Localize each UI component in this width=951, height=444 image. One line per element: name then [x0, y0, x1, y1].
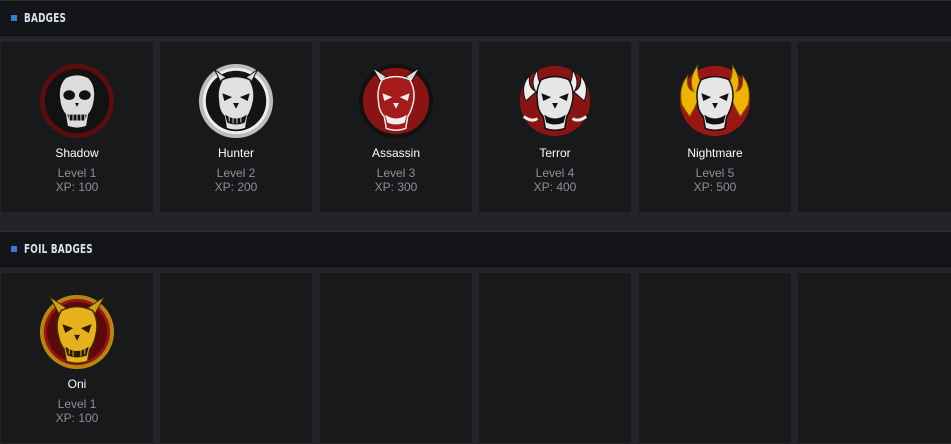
badge-level: Level 4 [535, 166, 575, 180]
badge-level: Level 3 [376, 166, 416, 180]
badges-section-header: BADGES [0, 0, 951, 36]
badge-level: Level 2 [216, 166, 256, 180]
section-bullet-icon [11, 246, 17, 252]
assassin-demon-mask-icon [358, 63, 434, 139]
empty-badge-slot [639, 273, 791, 443]
hunter-demon-mask-icon [198, 63, 274, 139]
foil-badges-section-title: FOIL BADGES [24, 242, 93, 256]
badges-section-title: BADGES [24, 11, 67, 25]
nightmare-demon-mask-icon [679, 64, 751, 137]
oni-demon-mask-icon [39, 294, 115, 370]
badge-level: Level 1 [57, 166, 97, 180]
badge-card-terror[interactable]: Terror Level 4 XP: 400 [479, 42, 631, 212]
badge-card-nightmare[interactable]: Nightmare Level 5 XP: 500 [639, 42, 791, 212]
badge-card-oni[interactable]: Oni Level 1 XP: 100 [1, 273, 153, 443]
badge-card-hunter[interactable]: Hunter Level 2 XP: 200 [160, 42, 312, 212]
badge-name: Oni [67, 377, 87, 391]
badge-name: Terror [539, 146, 571, 160]
badge-xp: XP: 400 [533, 180, 577, 194]
empty-badge-slot [479, 273, 631, 443]
badge-name: Hunter [217, 146, 255, 160]
empty-badge-slot [320, 273, 472, 443]
badge-xp: XP: 100 [55, 411, 99, 425]
badge-xp: XP: 300 [374, 180, 418, 194]
badge-level: Level 1 [57, 397, 97, 411]
section-bullet-icon [11, 15, 17, 21]
badge-xp: XP: 500 [693, 180, 737, 194]
badge-card-assassin[interactable]: Assassin Level 3 XP: 300 [320, 42, 472, 212]
empty-badge-slot [160, 273, 312, 443]
badge-name: Assassin [371, 146, 421, 160]
shadow-demon-mask-icon [39, 63, 115, 139]
badge-xp: XP: 100 [55, 180, 99, 194]
empty-badge-slot [798, 273, 951, 443]
badge-name: Nightmare [687, 146, 743, 160]
foil-badges-section-header: FOIL BADGES [0, 231, 951, 267]
badge-card-shadow[interactable]: Shadow Level 1 XP: 100 [1, 42, 153, 212]
badge-name: Shadow [55, 146, 99, 160]
terror-demon-mask-icon [519, 65, 591, 137]
badge-level: Level 5 [695, 166, 735, 180]
badge-xp: XP: 200 [214, 180, 258, 194]
empty-badge-slot [798, 42, 951, 212]
